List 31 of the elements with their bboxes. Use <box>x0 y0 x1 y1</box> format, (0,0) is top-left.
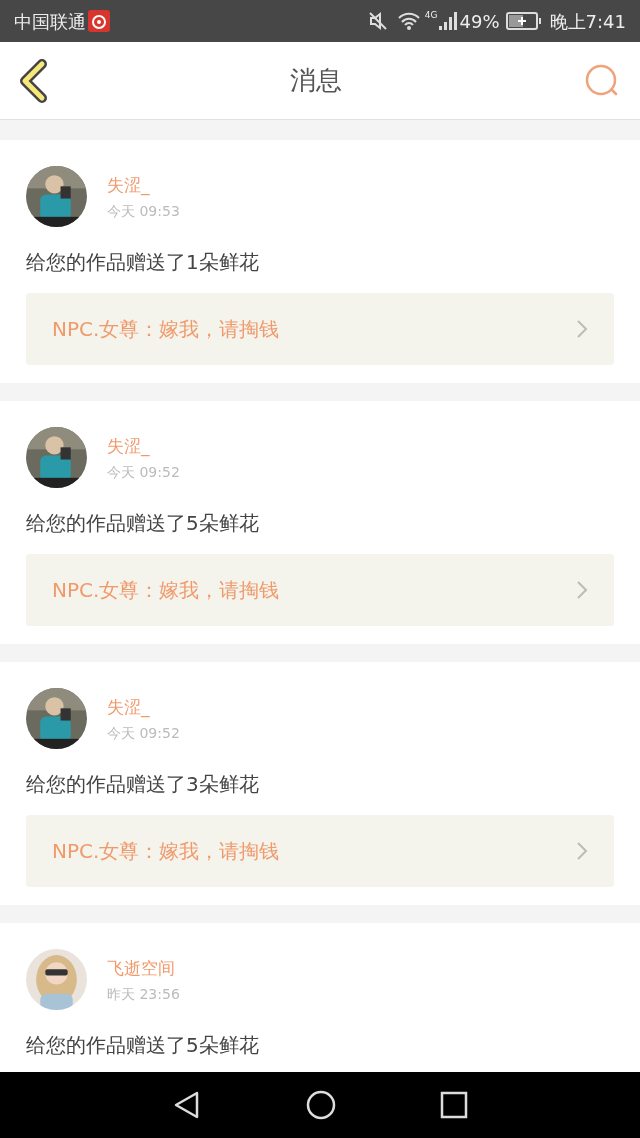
app-icon <box>88 10 110 32</box>
timestamp: 昨天 23:56 <box>107 984 180 1003</box>
chevron-right-icon <box>576 580 588 600</box>
chevron-right-icon <box>576 841 588 861</box>
home-button[interactable] <box>306 1090 336 1120</box>
user-name[interactable]: 失涩_ <box>107 173 180 196</box>
timestamp: 今天 09:53 <box>107 201 180 220</box>
user-name[interactable]: 失涩_ <box>107 695 180 718</box>
signal-icon <box>437 11 458 31</box>
quoted-work[interactable]: NPC.女尊：嫁我，请掏钱 <box>26 293 614 365</box>
page-title: 消息 <box>289 64 343 97</box>
message-text: 给您的作品赠送了1朵鲜花 <box>26 249 260 276</box>
carrier-name: 中国联通 <box>14 9 86 34</box>
message-text: 给您的作品赠送了3朵鲜花 <box>26 771 260 798</box>
chevron-right-icon <box>576 319 588 339</box>
mute-icon <box>366 10 389 32</box>
timestamp: 今天 09:52 <box>107 462 180 481</box>
battery-percent: 49% <box>459 9 500 34</box>
clock: 晚上7:41 <box>549 9 626 34</box>
battery-icon <box>505 12 542 30</box>
quoted-work[interactable]: NPC.女尊：嫁我，请掏钱 <box>26 815 614 887</box>
message-text: 给您的作品赠送了5朵鲜花 <box>26 1032 260 1059</box>
message-text: 给您的作品赠送了5朵鲜花 <box>26 510 260 537</box>
recents-button[interactable] <box>440 1091 468 1119</box>
network-type: 4G <box>424 9 438 22</box>
quoted-work[interactable]: NPC.女尊：嫁我，请掏钱 <box>26 554 614 626</box>
wifi-icon <box>396 11 421 31</box>
back-button[interactable] <box>18 56 50 105</box>
user-name[interactable]: 失涩_ <box>107 434 180 457</box>
user-name[interactable]: 飞逝空间 <box>107 956 180 979</box>
timestamp: 今天 09:52 <box>107 723 180 742</box>
